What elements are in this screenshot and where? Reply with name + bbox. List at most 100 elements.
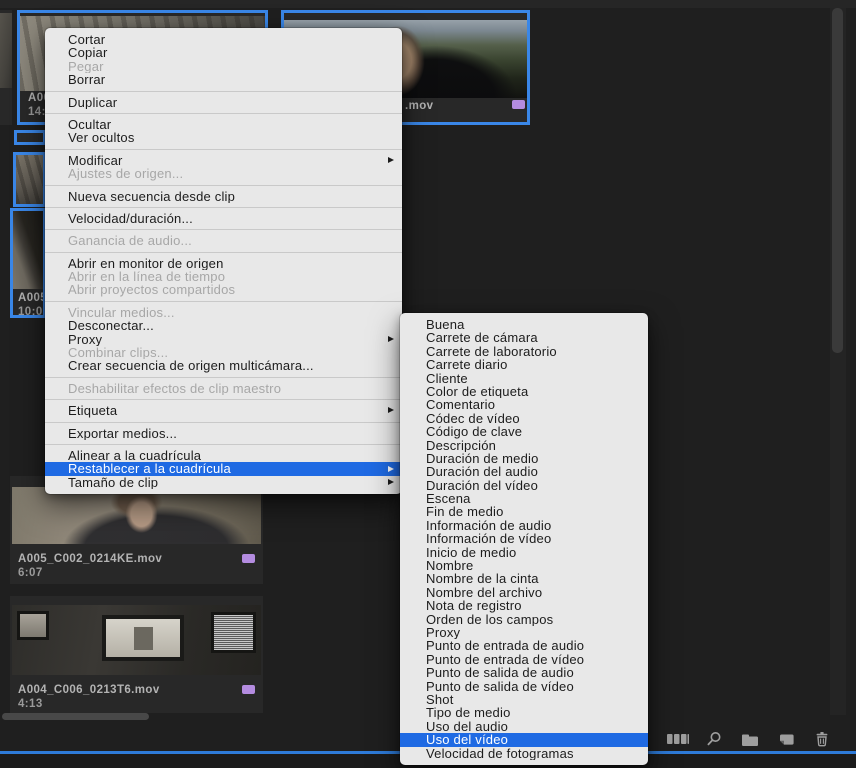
menu-item: Ganancia de audio...	[45, 234, 402, 247]
menu-item[interactable]: Cliente	[400, 372, 648, 385]
menu-item[interactable]: Fin de medio	[400, 505, 648, 518]
menu-item[interactable]: Descripción	[400, 439, 648, 452]
menu-item-label: Inicio de medio	[426, 546, 516, 559]
menu-item[interactable]: Comentario	[400, 398, 648, 411]
context-menu: CortarCopiarPegarBorrarDuplicarOcultarVe…	[45, 28, 402, 494]
menu-item[interactable]: Carrete diario	[400, 358, 648, 371]
menu-item[interactable]: Duración del vídeo	[400, 479, 648, 492]
menu-item[interactable]: Copiar	[45, 46, 402, 59]
menu-item[interactable]: Duración del audio	[400, 465, 648, 478]
menu-item[interactable]: Buena	[400, 318, 648, 331]
clip-name: .mov	[405, 100, 433, 112]
menu-item[interactable]: Uso del audio	[400, 720, 648, 733]
menu-item[interactable]: Restablecer a la cuadrícula	[45, 462, 402, 475]
menu-item[interactable]: Códec de vídeo	[400, 412, 648, 425]
menu-item-label: Cliente	[426, 372, 468, 385]
menu-item[interactable]: Nombre del archivo	[400, 586, 648, 599]
menu-item[interactable]: Exportar medios...	[45, 427, 402, 440]
column-submenu: BuenaCarrete de cámaraCarrete de laborat…	[400, 313, 648, 765]
clip-thumbnail	[13, 211, 43, 289]
clip-duration: 10:07	[18, 306, 46, 318]
menu-item[interactable]: Uso del vídeo	[400, 733, 648, 746]
clip-card[interactable]	[0, 10, 12, 125]
menu-item-label: Códec de vídeo	[426, 412, 520, 425]
menu-item-label: Deshabilitar efectos de clip maestro	[68, 382, 281, 395]
zoom-button[interactable]	[702, 730, 726, 748]
menu-item-label: Exportar medios...	[68, 427, 177, 440]
clip-card[interactable]: A005_C 10:07	[10, 208, 46, 318]
menu-item-label: Crear secuencia de origen multicámara...	[68, 359, 314, 372]
trash-icon	[814, 731, 830, 747]
horizontal-scrollbar-thumb[interactable]	[2, 713, 149, 720]
menu-item-label: Descripción	[426, 439, 496, 452]
menu-item[interactable]: Código de clave	[400, 425, 648, 438]
menu-item-label: Nombre	[426, 559, 473, 572]
clip-card[interactable]	[14, 130, 46, 145]
menu-item[interactable]: Carrete de laboratorio	[400, 345, 648, 358]
menu-item-label: Orden de los campos	[426, 613, 553, 626]
menu-item[interactable]: Nota de registro	[400, 599, 648, 612]
new-item-button[interactable]	[774, 730, 798, 748]
menu-item[interactable]: Punto de salida de vídeo	[400, 680, 648, 693]
menu-item[interactable]: Información de vídeo	[400, 532, 648, 545]
clip-card[interactable]: A004_C006_0213T6.mov 4:13	[10, 596, 263, 713]
menu-item[interactable]: Orden de los campos	[400, 613, 648, 626]
menu-item[interactable]: Nueva secuencia desde clip	[45, 190, 402, 203]
menu-item-label: Punto de salida de vídeo	[426, 680, 574, 693]
clip-card[interactable]	[13, 152, 46, 207]
menu-item[interactable]: Inicio de medio	[400, 546, 648, 559]
menu-item[interactable]: Abrir en monitor de origen	[45, 257, 402, 270]
menu-item-label: Nueva secuencia desde clip	[68, 190, 235, 203]
menu-item[interactable]: Punto de entrada de audio	[400, 639, 648, 652]
menu-item[interactable]: Proxy	[400, 626, 648, 639]
menu-item[interactable]: Tamaño de clip	[45, 476, 402, 489]
menu-item[interactable]: Información de audio	[400, 519, 648, 532]
menu-item[interactable]: Carrete de cámara	[400, 331, 648, 344]
menu-item[interactable]: Duración de medio	[400, 452, 648, 465]
menu-separator	[45, 207, 402, 208]
menu-item[interactable]: Modificar	[45, 154, 402, 167]
menu-item-label: Velocidad de fotogramas	[426, 747, 574, 760]
menu-item: Abrir en la línea de tiempo	[45, 270, 402, 283]
label-color-chip	[242, 685, 255, 694]
menu-item[interactable]: Punto de entrada de vídeo	[400, 653, 648, 666]
menu-item[interactable]: Alinear a la cuadrícula	[45, 449, 402, 462]
menu-item[interactable]: Etiqueta	[45, 404, 402, 417]
menu-item-label: Carrete diario	[426, 358, 508, 371]
menu-item[interactable]: Proxy	[45, 333, 402, 346]
menu-item[interactable]: Ocultar	[45, 118, 402, 131]
submenu-arrow-icon	[388, 336, 394, 342]
menu-item[interactable]: Nombre	[400, 559, 648, 572]
menu-item-label: Shot	[426, 693, 454, 706]
menu-item[interactable]: Borrar	[45, 73, 402, 86]
bin-button[interactable]	[738, 730, 762, 748]
menu-separator	[45, 301, 402, 302]
menu-separator	[45, 444, 402, 445]
menu-item[interactable]: Velocidad/duración...	[45, 212, 402, 225]
menu-item: Abrir proyectos compartidos	[45, 283, 402, 296]
menu-item: Ajustes de origen...	[45, 167, 402, 180]
menu-item[interactable]: Nombre de la cinta	[400, 572, 648, 585]
menu-item-label: Etiqueta	[68, 404, 117, 417]
menu-separator	[45, 229, 402, 230]
menu-item[interactable]: Velocidad de fotogramas	[400, 747, 648, 760]
menu-item[interactable]: Ver ocultos	[45, 131, 402, 144]
menu-item-label: Combinar clips...	[68, 346, 168, 359]
menu-item-label: Duración del audio	[426, 465, 538, 478]
menu-item[interactable]: Desconectar...	[45, 319, 402, 332]
menu-item: Combinar clips...	[45, 346, 402, 359]
label-color-chip	[242, 554, 255, 563]
delete-button[interactable]	[810, 730, 834, 748]
menu-item[interactable]: Tipo de medio	[400, 706, 648, 719]
menu-item[interactable]: Crear secuencia de origen multicámara...	[45, 359, 402, 372]
menu-item[interactable]: Punto de salida de audio	[400, 666, 648, 679]
menu-separator	[45, 422, 402, 423]
menu-item[interactable]: Duplicar	[45, 96, 402, 109]
menu-item[interactable]: Cortar	[45, 33, 402, 46]
menu-item[interactable]: Escena	[400, 492, 648, 505]
menu-item[interactable]: Color de etiqueta	[400, 385, 648, 398]
icon-view-button[interactable]	[666, 730, 690, 748]
menu-item[interactable]: Shot	[400, 693, 648, 706]
clip-thumbnail	[16, 155, 43, 204]
vertical-scrollbar-thumb[interactable]	[832, 8, 843, 353]
